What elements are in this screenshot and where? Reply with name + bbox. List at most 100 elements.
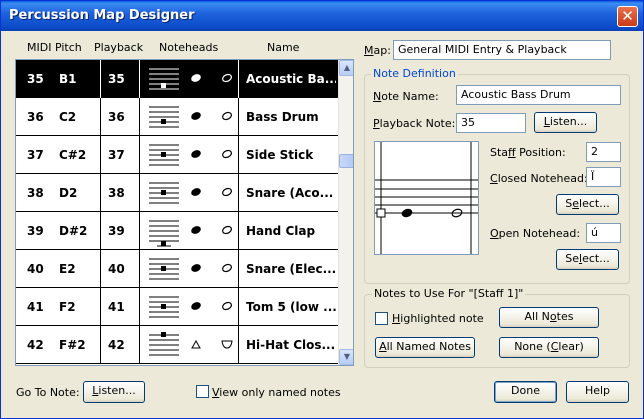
playback-cell: 42 — [108, 338, 125, 352]
column-divider — [238, 288, 239, 326]
midi-number-cell: 35 — [27, 72, 44, 86]
staff-preview-svg — [375, 142, 478, 254]
notehead-preview-icon — [149, 182, 232, 204]
column-divider — [139, 60, 140, 98]
notes-to-use-title: Notes to Use For "[Staff 1]" — [372, 287, 526, 300]
staff-position-label: Staff Position: — [490, 146, 566, 159]
view-only-named-checkbox[interactable] — [196, 385, 209, 398]
playback-cell: 40 — [108, 262, 125, 276]
notehead-preview-icon — [149, 332, 233, 356]
map-label: Map: — [364, 44, 391, 57]
title-bar[interactable]: Percussion Map Designer ✕ — [1, 1, 643, 31]
midi-number-cell: 41 — [27, 300, 44, 314]
note-name-input[interactable]: Acoustic Bass Drum — [456, 85, 621, 105]
table-row[interactable]: 36 C2 36 Bass Drum — [16, 98, 338, 136]
midi-number-cell: 38 — [27, 186, 44, 200]
grid-scrollbar[interactable]: ▲ ▼ — [338, 60, 353, 365]
window-title: Percussion Map Designer — [9, 8, 195, 23]
playback-cell: 39 — [108, 224, 125, 238]
notehead-preview-icon — [149, 258, 232, 280]
none-clear-button[interactable]: None (Clear) — [499, 337, 599, 358]
table-row[interactable]: 37 C#2 37 Side Stick — [16, 136, 338, 174]
col-header-midi: MIDI Pitch — [27, 41, 82, 54]
open-notehead-input[interactable]: ú — [586, 223, 621, 243]
playback-note-input[interactable]: 35 — [456, 113, 526, 133]
pitch-name-cell: F#2 — [59, 338, 86, 352]
all-notes-button[interactable]: All Notes — [499, 307, 599, 328]
listen-note-button[interactable]: Listen... — [534, 112, 597, 133]
go-to-listen-button[interactable]: Listen... — [83, 381, 145, 403]
view-only-named-label: View only named notes — [212, 386, 341, 399]
help-button[interactable]: Help — [566, 381, 629, 403]
column-divider — [100, 136, 101, 174]
scroll-up-arrow[interactable]: ▲ — [339, 60, 353, 76]
column-divider — [139, 212, 140, 250]
table-row[interactable]: 41 F2 41 Tom 5 (low ... — [16, 288, 338, 326]
column-divider — [100, 174, 101, 212]
notehead-preview-icon — [149, 220, 232, 247]
column-divider — [139, 98, 140, 136]
pitch-name-cell: C#2 — [59, 148, 87, 162]
percussion-grid[interactable]: 35 B1 35 Acoustic Ba... 36 C2 36 Bass Drum 37 C#2… — [15, 59, 354, 366]
map-select[interactable]: General MIDI Entry & Playback — [393, 40, 611, 60]
pitch-name-cell: C2 — [59, 110, 77, 124]
scroll-down-arrow[interactable]: ▼ — [339, 349, 353, 365]
select-open-button[interactable]: Select... — [556, 249, 619, 270]
column-divider — [238, 250, 239, 288]
column-divider — [139, 250, 140, 288]
column-divider — [238, 136, 239, 174]
playback-cell: 38 — [108, 186, 125, 200]
col-header-noteheads: Noteheads — [159, 41, 219, 54]
note-name-cell: Acoustic Ba... — [246, 72, 336, 86]
column-divider — [238, 326, 239, 364]
midi-number-cell: 42 — [27, 338, 44, 352]
note-name-cell: Tom 5 (low ... — [246, 300, 336, 314]
column-divider — [139, 136, 140, 174]
column-divider — [238, 174, 239, 212]
col-header-playback: Playback — [94, 41, 144, 54]
table-row[interactable]: 39 D#2 39 Hand Clap — [16, 212, 338, 250]
column-divider — [100, 326, 101, 364]
midi-number-cell: 39 — [27, 224, 44, 238]
notehead-preview-icon — [149, 106, 232, 128]
pitch-name-cell: E2 — [59, 262, 76, 276]
notehead-preview-icon — [149, 144, 232, 166]
playback-note-label: Playback Note: — [373, 117, 456, 130]
open-notehead-label: Open Notehead: — [490, 227, 581, 240]
note-name-label: Note Name: — [373, 90, 439, 103]
column-divider — [238, 98, 239, 136]
highlighted-note-checkbox[interactable] — [375, 312, 388, 325]
column-divider — [238, 60, 239, 98]
note-name-cell: Side Stick — [246, 148, 314, 162]
notehead-preview-icon — [149, 68, 232, 90]
table-row[interactable]: 38 D2 38 Snare (Aco... — [16, 174, 338, 212]
column-divider — [100, 250, 101, 288]
note-name-cell: Bass Drum — [246, 110, 319, 124]
playback-cell: 41 — [108, 300, 125, 314]
note-name-cell: Hi-Hat Clos... — [246, 338, 336, 352]
column-divider — [100, 288, 101, 326]
staff-position-input[interactable]: 2 — [586, 142, 621, 162]
column-divider — [139, 326, 140, 364]
table-row[interactable]: 42 F#2 42 Hi-Hat Clos... — [16, 326, 338, 364]
playback-cell: 37 — [108, 148, 125, 162]
dialog-window: Percussion Map Designer ✕ MIDI Pitch Pla… — [0, 0, 644, 419]
table-row[interactable]: 40 E2 40 Snare (Elec... — [16, 250, 338, 288]
select-closed-button[interactable]: Select... — [556, 194, 619, 215]
staff-preview — [374, 141, 479, 255]
column-divider — [100, 60, 101, 98]
table-row[interactable]: 35 B1 35 Acoustic Ba... — [16, 60, 338, 98]
column-divider — [100, 98, 101, 136]
pitch-name-cell: B1 — [59, 72, 77, 86]
playback-cell: 35 — [108, 72, 125, 86]
closed-notehead-input[interactable]: Ï — [586, 167, 621, 187]
scroll-thumb[interactable] — [339, 154, 353, 168]
column-divider — [238, 212, 239, 250]
midi-number-cell: 40 — [27, 262, 44, 276]
done-button[interactable]: Done — [494, 381, 557, 403]
go-to-note-label: Go To Note: — [16, 386, 80, 399]
all-named-notes-button[interactable]: All Named Notes — [375, 337, 475, 358]
note-definition-title: Note Definition — [371, 67, 458, 80]
close-button[interactable]: ✕ — [617, 6, 638, 27]
notehead-preview-icon — [149, 296, 232, 318]
